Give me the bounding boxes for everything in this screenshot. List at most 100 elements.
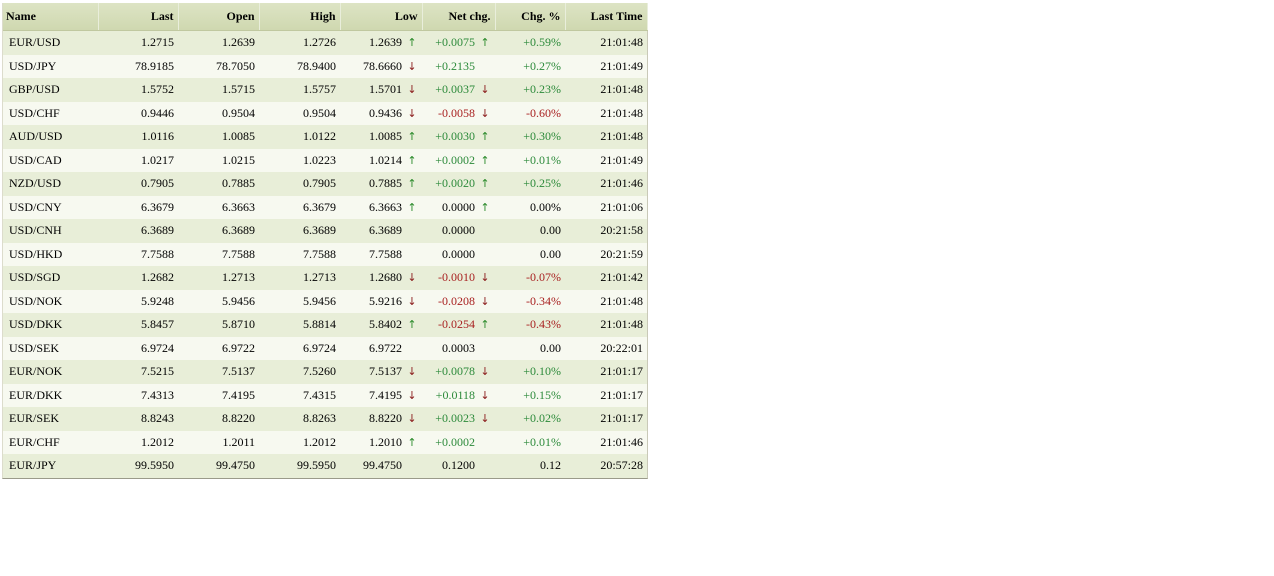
last-value-value: 99.5950	[135, 458, 174, 473]
low-arrow-up-icon: ↑	[407, 177, 417, 191]
high-value: 5.9456	[259, 289, 340, 313]
net-change-arrow-up-icon: ↑	[480, 318, 490, 332]
low-arrow-up-icon: ↑	[407, 153, 417, 167]
pair-name-value: USD/CHF	[9, 105, 60, 120]
open-value-value: 5.9456	[222, 293, 255, 308]
net-change-value: -0.0058	[438, 105, 475, 120]
open-value: 1.2713	[178, 266, 259, 290]
open-value-value: 0.7885	[222, 176, 255, 191]
low-value: 1.0085 ↑	[340, 125, 422, 149]
change-percent: -0.07%	[495, 266, 565, 290]
net-change-value: +0.0002	[435, 152, 475, 167]
column-header-low[interactable]: Low	[340, 3, 423, 31]
table-row[interactable]: USD/SGD 1.2682 1.2713 1.2713 1.2680 ↓ -0.0010 ↓…	[3, 266, 647, 290]
net-change: +0.0118 ↓	[422, 383, 495, 407]
change-percent: +0.23%	[495, 78, 565, 102]
table-row[interactable]: USD/SEK 6.9724 6.9722 6.9724 6.9722 0.0003 0.0…	[3, 336, 647, 360]
last-time-value: 21:01:48	[600, 317, 643, 332]
low-value-value: 0.7885	[369, 176, 402, 191]
high-value: 6.9724	[259, 336, 340, 360]
open-value: 0.7885	[178, 172, 259, 196]
table-row[interactable]: USD/DKK 5.8457 5.8710 5.8814 5.8402 ↑ -0.0254 ↑…	[3, 313, 647, 337]
net-change-value: -0.0010	[438, 270, 475, 285]
change-percent: 0.00%	[495, 195, 565, 219]
pair-name-value: GBP/USD	[9, 82, 60, 97]
column-header-chg-pct[interactable]: Chg. %	[495, 3, 566, 31]
column-header-name[interactable]: Name	[3, 3, 99, 31]
table-row[interactable]: EUR/USD 1.2715 1.2639 1.2726 1.2639 ↑ +0.0075 ↑…	[3, 30, 647, 55]
pair-name-value: EUR/SEK	[9, 411, 60, 426]
column-header-open[interactable]: Open	[178, 3, 260, 31]
last-value-value: 1.5752	[141, 82, 174, 97]
net-change-value: 0.0000	[442, 246, 475, 261]
high-value: 7.5260	[259, 360, 340, 384]
net-change-value: 0.0000	[442, 223, 475, 238]
change-percent-value: +0.01%	[523, 152, 561, 167]
open-value: 1.2639	[178, 30, 259, 55]
high-value: 1.5757	[259, 78, 340, 102]
low-value-value: 0.9436	[369, 105, 402, 120]
table-row[interactable]: EUR/SEK 8.8243 8.8220 8.8263 8.8220 ↓ +0.0023 ↓…	[3, 407, 647, 431]
last-value: 5.8457	[98, 313, 178, 337]
open-value-value: 78.7050	[216, 58, 255, 73]
table-row[interactable]: EUR/JPY 99.5950 99.4750 99.5950 99.4750 0.120…	[3, 454, 647, 478]
change-percent-value: +0.10%	[523, 364, 561, 379]
last-time-value: 21:01:46	[600, 434, 643, 449]
table-row[interactable]: GBP/USD 1.5752 1.5715 1.5757 1.5701 ↓ +0.0037 ↓…	[3, 78, 647, 102]
change-percent-value: 0.00	[540, 223, 561, 238]
pair-name: USD/NOK	[3, 289, 98, 313]
column-header-last[interactable]: Last	[98, 3, 179, 31]
change-percent: 0.00	[495, 336, 565, 360]
last-time-value: 20:21:59	[600, 246, 643, 261]
table-row[interactable]: USD/CNH 6.3689 6.3689 6.3689 6.3689 0.0000 0.0…	[3, 219, 647, 243]
pair-name: EUR/JPY	[3, 454, 98, 478]
low-arrow-up-icon: ↑	[407, 435, 417, 449]
table-row[interactable]: EUR/CHF 1.2012 1.2011 1.2012 1.2010 ↑ +0.0002 +…	[3, 430, 647, 454]
pair-name: EUR/SEK	[3, 407, 98, 431]
net-change-arrow-down-icon: ↓	[480, 83, 490, 97]
low-value: 5.9216 ↓	[340, 289, 422, 313]
table-body: EUR/USD 1.2715 1.2639 1.2726 1.2639 ↑ +0.0075 ↑…	[3, 30, 647, 478]
low-value: 1.2680 ↓	[340, 266, 422, 290]
low-value: 7.5137 ↓	[340, 360, 422, 384]
table-row[interactable]: EUR/NOK 7.5215 7.5137 7.5260 7.5137 ↓ +0.0078 ↓…	[3, 360, 647, 384]
change-percent-value: +0.30%	[523, 129, 561, 144]
high-value: 1.2726	[259, 30, 340, 55]
table-row[interactable]: USD/CHF 0.9446 0.9504 0.9504 0.9436 ↓ -0.0058 ↓…	[3, 101, 647, 125]
pair-name: EUR/DKK	[3, 383, 98, 407]
last-time-value: 21:01:48	[600, 82, 643, 97]
pair-name-value: EUR/DKK	[9, 387, 63, 402]
change-percent: +0.15%	[495, 383, 565, 407]
low-value: 1.5701 ↓	[340, 78, 422, 102]
net-change-arrow-up-icon: ↑	[480, 200, 490, 214]
column-header-net-chg[interactable]: Net chg.	[422, 3, 496, 31]
low-arrow-down-icon: ↓	[407, 83, 417, 97]
table-row[interactable]: USD/NOK 5.9248 5.9456 5.9456 5.9216 ↓ -0.0208 ↓…	[3, 289, 647, 313]
pair-name-value: EUR/JPY	[9, 458, 57, 473]
low-value: 1.2010 ↑	[340, 430, 422, 454]
net-change-value: -0.0254	[438, 317, 475, 332]
column-header-high[interactable]: High	[259, 3, 341, 31]
net-change-arrow-up-icon: ↑	[480, 36, 490, 50]
column-header-last-time[interactable]: Last Time	[565, 3, 648, 31]
table-row[interactable]: USD/HKD 7.7588 7.7588 7.7588 7.7588 0.0000 0.0…	[3, 242, 647, 266]
pair-name: USD/HKD	[3, 242, 98, 266]
pair-name: EUR/CHF	[3, 430, 98, 454]
table-row[interactable]: AUD/USD 1.0116 1.0085 1.0122 1.0085 ↑ +0.0030 ↑…	[3, 125, 647, 149]
low-value-value: 6.3663	[369, 199, 402, 214]
last-value-value: 5.9248	[141, 293, 174, 308]
table-row[interactable]: NZD/USD 0.7905 0.7885 0.7905 0.7885 ↑ +0.0020 ↑…	[3, 172, 647, 196]
last-time-value: 21:01:17	[600, 387, 643, 402]
last-value-value: 1.2012	[141, 434, 174, 449]
open-value-value: 6.3663	[222, 199, 255, 214]
last-value: 1.5752	[98, 78, 178, 102]
open-value: 78.7050	[178, 54, 259, 78]
table-row[interactable]: USD/CAD 1.0217 1.0215 1.0223 1.0214 ↑ +0.0002 ↑…	[3, 148, 647, 172]
table-row[interactable]: USD/CNY 6.3679 6.3663 6.3679 6.3663 ↑ 0.0000 ↑ 0…	[3, 195, 647, 219]
last-value-value: 1.0217	[141, 152, 174, 167]
last-value: 7.7588	[98, 242, 178, 266]
pair-name-value: EUR/NOK	[9, 364, 63, 379]
last-time-value: 21:01:46	[600, 176, 643, 191]
table-row[interactable]: USD/JPY 78.9185 78.7050 78.9400 78.6660 ↓ +0.2…	[3, 54, 647, 78]
table-row[interactable]: EUR/DKK 7.4313 7.4195 7.4315 7.4195 ↓ +0.0118 ↓…	[3, 383, 647, 407]
